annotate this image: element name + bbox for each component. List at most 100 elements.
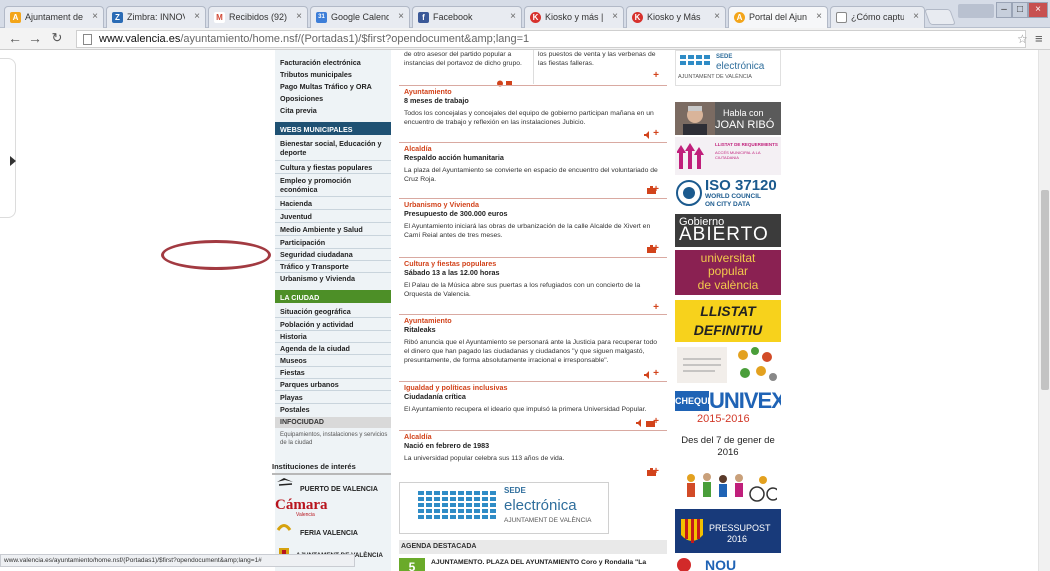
agenda-item-text[interactable]: AJUNTAMENTO. PLAZA DEL AYUNTAMIENTO Coro… bbox=[431, 559, 646, 566]
close-icon[interactable]: × bbox=[92, 11, 98, 22]
expand-arrow-icon[interactable] bbox=[10, 156, 16, 166]
news-title[interactable]: Respaldo acción humanitaria bbox=[404, 153, 504, 162]
browser-tab[interactable]: M Recibidos (92) - ang × bbox=[208, 6, 308, 28]
news-category[interactable]: Urbanismo y Vivienda bbox=[404, 200, 479, 209]
audio-add-button[interactable]: + bbox=[653, 368, 659, 379]
nav-item-hacienda[interactable]: Hacienda bbox=[280, 199, 388, 208]
banner-llistat-requeriments[interactable]: LLISTAT DE REQUERIMENTS ACCÉS MUNICIPAL … bbox=[675, 137, 781, 175]
nav-item-seguridad[interactable]: Seguridad ciudadana bbox=[280, 250, 388, 259]
close-icon[interactable]: × bbox=[612, 11, 618, 22]
back-arrow-icon[interactable]: ← bbox=[6, 30, 24, 46]
banner-participacion[interactable] bbox=[675, 345, 781, 385]
banner-universitat-popular[interactable]: universitat popular de valència bbox=[675, 250, 781, 295]
infociudad-description[interactable]: Equipamientos, instalaciones y servicios… bbox=[280, 431, 390, 447]
nav-item-cultura[interactable]: Cultura y fiestas populares bbox=[280, 163, 388, 172]
news-title[interactable]: Ritaleaks bbox=[404, 325, 436, 334]
bookmark-star-icon[interactable]: ☆ bbox=[1017, 32, 1028, 46]
banner-ninos[interactable] bbox=[675, 470, 781, 504]
speaker-icon[interactable] bbox=[643, 131, 652, 139]
user-profile-button[interactable] bbox=[958, 4, 994, 18]
camera-icon[interactable] bbox=[647, 245, 656, 254]
camera-icon[interactable] bbox=[647, 186, 656, 195]
forward-arrow-icon[interactable]: → bbox=[26, 30, 44, 46]
nav-item-medio-ambiente[interactable]: Medio Ambiente y Salud bbox=[280, 225, 388, 234]
nav-item-oposiciones[interactable]: Oposiciones bbox=[280, 94, 388, 103]
news-category[interactable]: Alcaldía bbox=[404, 144, 432, 153]
side-panel-tab[interactable] bbox=[0, 58, 16, 218]
banner-gobierno-abierto[interactable]: Gobierno ABIERTO bbox=[675, 214, 781, 247]
puerto-logo-icon[interactable] bbox=[276, 476, 294, 488]
browser-tab[interactable]: f Facebook × bbox=[412, 6, 522, 28]
banner-cheque-univex[interactable]: CHEQUE UNIVEX 2015-2016 bbox=[675, 388, 781, 428]
close-icon[interactable]: × bbox=[296, 11, 302, 22]
feria-logo-icon[interactable] bbox=[276, 520, 292, 534]
banner-sede-electronica[interactable]: SEDE electrónica AJUNTAMENT DE VALÈNCIA bbox=[675, 50, 781, 86]
nav-item-facturacion[interactable]: Facturación electrónica bbox=[280, 58, 388, 67]
browser-tab[interactable]: K Kiosko y Más × bbox=[626, 6, 726, 28]
close-icon[interactable]: × bbox=[714, 11, 720, 22]
news-category[interactable]: Igualdad y políticas inclusivas bbox=[404, 383, 507, 392]
scrollbar-thumb[interactable] bbox=[1041, 190, 1049, 390]
browser-tab[interactable]: K Kiosko y más | Catálo × bbox=[524, 6, 624, 28]
news-category[interactable]: Alcaldía bbox=[404, 432, 432, 441]
news-category[interactable]: Cultura y fiestas populares bbox=[404, 259, 496, 268]
audio-add-button[interactable]: + bbox=[653, 128, 659, 139]
news-title[interactable]: 8 meses de trabajo bbox=[404, 96, 469, 105]
nav-item-bienestar[interactable]: Bienestar social, Educación y deporte bbox=[280, 139, 388, 157]
add-button[interactable]: + bbox=[653, 70, 659, 81]
nav-item-juventud[interactable]: Juventud bbox=[280, 212, 388, 221]
browser-tab-active[interactable]: A Portal del Ajuntamen × bbox=[728, 6, 828, 28]
banner-des-del-7-gener[interactable]: Des del 7 de gener de 2016 bbox=[675, 433, 781, 463]
browser-tab[interactable]: 31 Google Calendar - Se × bbox=[310, 6, 410, 28]
browser-tab[interactable]: Z Zimbra: INNOVACIÓ × bbox=[106, 6, 206, 28]
address-bar[interactable]: www.valencia.es/ayuntamiento/home.nsf/(P… bbox=[76, 30, 1026, 48]
link-puerto-valencia[interactable]: PUERTO DE VALENCIA bbox=[300, 486, 378, 493]
banner-habla-con-ribo[interactable]: Habla con JOAN RIBÓ bbox=[675, 102, 781, 135]
speaker-icon[interactable] bbox=[643, 371, 652, 379]
nav-item-urbanismo[interactable]: Urbanismo y Vivienda bbox=[280, 274, 388, 283]
nav-item-agenda[interactable]: Agenda de la ciudad bbox=[280, 344, 388, 353]
browser-tab[interactable]: A Ajuntament de Valèn × bbox=[4, 6, 104, 28]
audio-camera-icons[interactable] bbox=[635, 419, 657, 428]
nav-item-multas[interactable]: Pago Multas Tráfico y ORA bbox=[280, 82, 388, 91]
minimize-button[interactable]: – bbox=[996, 2, 1012, 18]
close-icon[interactable]: × bbox=[510, 11, 516, 22]
close-icon[interactable]: × bbox=[194, 11, 200, 22]
sede-electronica-banner[interactable]: SEDE electrónica AJUNTAMENT DE VALÈNCIA bbox=[399, 482, 609, 534]
banner-nou[interactable]: NOU bbox=[675, 556, 781, 571]
nav-item-participacion[interactable]: Participación bbox=[280, 238, 388, 247]
banner-iso-37120[interactable]: ISO 37120 WORLD COUNCIL ON CITY DATA bbox=[675, 177, 781, 211]
new-tab-button[interactable] bbox=[924, 9, 956, 25]
news-category[interactable]: Ayuntamiento bbox=[404, 87, 452, 96]
infociudad-header[interactable]: INFOCIUDAD bbox=[275, 417, 391, 428]
nav-item-playas[interactable]: Playas bbox=[280, 393, 388, 402]
menu-icon[interactable]: ≡ bbox=[1035, 31, 1043, 46]
add-button[interactable]: + bbox=[653, 302, 659, 313]
banner-llistat-definitiu[interactable]: LLISTAT DEFINITIU bbox=[675, 300, 781, 342]
nav-item-fiestas[interactable]: Fiestas bbox=[280, 368, 388, 377]
news-title[interactable]: Presupuesto de 300.000 euros bbox=[404, 209, 507, 218]
nav-item-tributos[interactable]: Tributos municipales bbox=[280, 70, 388, 79]
news-title[interactable]: Ciudadanía crítica bbox=[404, 392, 466, 401]
maximize-button[interactable]: □ bbox=[1012, 2, 1028, 18]
camera-icon[interactable] bbox=[647, 468, 656, 477]
nav-item-postales[interactable]: Postales bbox=[280, 405, 388, 414]
reload-icon[interactable]: ↻ bbox=[48, 30, 66, 46]
nav-item-trafico[interactable]: Tráfico y Transporte bbox=[280, 262, 388, 271]
window-close-button[interactable]: × bbox=[1028, 2, 1048, 18]
news-category[interactable]: Ayuntamiento bbox=[404, 316, 452, 325]
nav-item-situacion[interactable]: Situación geográfica bbox=[280, 307, 388, 316]
news-title[interactable]: Sábado 13 a las 12.00 horas bbox=[404, 268, 500, 277]
banner-pressupost-2016[interactable]: PRESSUPOST 2016 bbox=[675, 509, 781, 553]
audio-share-icons[interactable] bbox=[495, 79, 515, 88]
close-icon[interactable]: × bbox=[816, 11, 822, 22]
nav-item-cita-previa[interactable]: Cita previa bbox=[280, 106, 388, 115]
nav-item-museos[interactable]: Museos bbox=[280, 356, 388, 365]
nav-item-parques[interactable]: Parques urbanos bbox=[280, 380, 388, 389]
page-scrollbar[interactable] bbox=[1038, 50, 1050, 571]
browser-tab[interactable]: ¿Cómo capturar la pa × bbox=[830, 6, 925, 28]
link-feria-valencia[interactable]: FERIA VALENCIA bbox=[300, 530, 358, 537]
news-title[interactable]: Nació en febrero de 1983 bbox=[404, 441, 489, 450]
close-icon[interactable]: × bbox=[398, 11, 404, 22]
nav-item-poblacion[interactable]: Población y actividad bbox=[280, 320, 388, 329]
